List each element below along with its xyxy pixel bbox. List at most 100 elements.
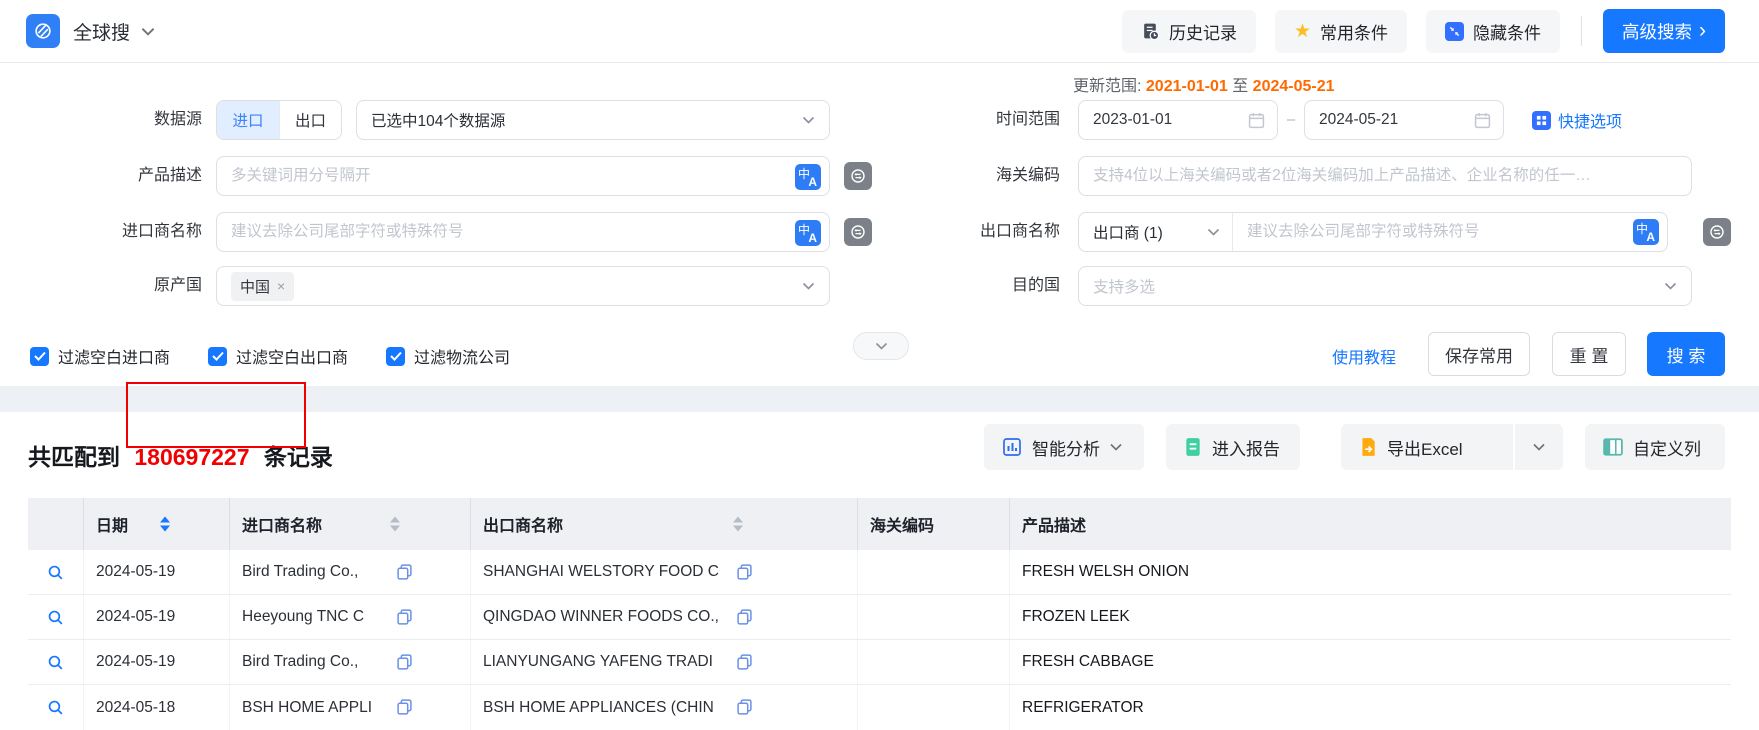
cell-exporter: SHANGHAI WELSTORY FOOD C [471, 550, 858, 594]
origin-country-select[interactable]: 中国 × [216, 266, 830, 306]
history-icon [1141, 22, 1160, 41]
row-search-icon[interactable] [47, 609, 64, 626]
sort-control-exporter[interactable] [733, 517, 743, 532]
chevron-down-icon [141, 27, 155, 36]
update-range-from: 2021-01-01 [1146, 78, 1228, 95]
quick-options-link[interactable]: 快捷选项 [1532, 108, 1622, 132]
customize-columns-label: 自定义列 [1633, 435, 1701, 460]
topbar: 全球搜 历史记录 ★ 常用条件 隐藏条件 高级搜索 › [0, 0, 1759, 63]
favorites-button[interactable]: ★ 常用条件 [1275, 10, 1407, 53]
header-date: 日期 [84, 498, 230, 550]
cell-date: 2024-05-19 [84, 640, 230, 684]
smart-analysis-button[interactable]: 智能分析 [984, 424, 1144, 470]
app-switcher[interactable]: 全球搜 [26, 14, 155, 48]
search-button[interactable]: 搜 索 [1647, 332, 1725, 376]
copy-icon[interactable] [737, 564, 752, 580]
sort-control-importer[interactable] [390, 517, 400, 532]
history-label: 历史记录 [1169, 19, 1237, 44]
data-source-select[interactable]: 已选中104个数据源 [356, 100, 830, 140]
filter-logistics-checkbox[interactable]: 过滤物流公司 [386, 344, 510, 368]
reset-button[interactable]: 重 置 [1552, 332, 1626, 376]
translate-icon[interactable]: 中 A [795, 220, 821, 246]
expand-conditions-button[interactable] [853, 332, 909, 360]
exporter-name: BSH HOME APPLIANCES (CHIN [483, 699, 714, 717]
cell-date: 2024-05-18 [84, 685, 230, 730]
enter-report-button[interactable]: 进入报告 [1166, 424, 1300, 470]
translate-icon[interactable]: 中 A [795, 164, 821, 190]
cell-importer: Bird Trading Co., [230, 550, 471, 594]
export-excel-group: 导出Excel [1341, 424, 1563, 470]
hide-conditions-button[interactable]: 隐藏条件 [1426, 10, 1560, 53]
copy-icon[interactable] [737, 609, 752, 625]
copy-icon[interactable] [397, 699, 412, 715]
chevron-down-icon [1533, 443, 1545, 451]
record-count-suffix: 条记录 [264, 444, 333, 470]
destination-label: 目的国 [880, 266, 1060, 306]
exporter-input[interactable] [1233, 213, 1667, 251]
row-detail-cell [28, 640, 84, 684]
destination-select[interactable]: 支持多选 [1078, 266, 1692, 306]
export-excel-button[interactable]: 导出Excel [1341, 424, 1513, 470]
table-body: 2024-05-19 Bird Trading Co., SHANGHAI WE… [28, 550, 1731, 730]
importer-input[interactable] [217, 213, 829, 251]
filter-blank-importer-checkbox[interactable]: 过滤空白进口商 [30, 344, 170, 368]
tutorial-link[interactable]: 使用教程 [1332, 344, 1396, 368]
cell-date: 2024-05-19 [84, 595, 230, 639]
trade-search-page: 全球搜 历史记录 ★ 常用条件 隐藏条件 高级搜索 › [0, 0, 1759, 730]
cell-hs-code [858, 550, 1010, 594]
history-button[interactable]: 历史记录 [1122, 10, 1256, 53]
copy-icon[interactable] [737, 654, 752, 670]
copy-icon[interactable] [397, 609, 412, 625]
export-options-button[interactable] [1515, 424, 1563, 470]
copy-icon[interactable] [397, 564, 412, 580]
customize-columns-button[interactable]: 自定义列 [1585, 424, 1725, 470]
row-search-icon[interactable] [47, 699, 64, 716]
hs-code-input[interactable] [1079, 157, 1691, 195]
update-range-to-word: 至 [1232, 78, 1248, 95]
cell-hs-code [858, 595, 1010, 639]
product-desc-input[interactable] [217, 157, 829, 195]
sort-control-date[interactable] [160, 517, 170, 532]
export-excel-label: 导出Excel [1387, 435, 1463, 460]
tag-close-icon[interactable]: × [277, 278, 285, 294]
star-icon: ★ [1294, 22, 1311, 41]
exporter-type-select[interactable]: 出口商 (1) [1079, 213, 1233, 251]
quick-options-icon [1532, 111, 1551, 130]
filter-blank-exporter-checkbox[interactable]: 过滤空白出口商 [208, 344, 348, 368]
checkbox-checked-icon [208, 347, 227, 366]
app-logo-icon [26, 14, 60, 48]
checkbox-label: 过滤空白出口商 [236, 344, 348, 368]
exporter-input-wrap: 中 A [1233, 213, 1667, 251]
cell-product: REFRIGERATOR [1010, 685, 1731, 730]
cell-exporter: LIANYUNGANG YAFENG TRADI [471, 640, 858, 684]
translate-icon[interactable]: 中 A [1633, 219, 1659, 245]
record-count-number: 180697227 [134, 444, 249, 470]
save-conditions-button[interactable]: 保存常用 [1428, 332, 1530, 376]
cell-importer: Heeyoung TNC C [230, 595, 471, 639]
divider [1581, 16, 1582, 46]
toggle-export[interactable]: 出口 [279, 101, 341, 139]
exclude-filter-icon[interactable] [1703, 218, 1731, 246]
importer-name: Bird Trading Co., [242, 563, 358, 581]
cell-product: FROZEN LEEK [1010, 595, 1731, 639]
advanced-search-button[interactable]: 高级搜索 › [1603, 9, 1725, 53]
exclude-filter-icon[interactable] [844, 218, 872, 246]
record-count: 共匹配到 180697227 条记录 [28, 438, 333, 472]
exporter-name: SHANGHAI WELSTORY FOOD C [483, 563, 719, 581]
header-importer: 进口商名称 [230, 498, 471, 550]
copy-icon[interactable] [737, 699, 752, 715]
header-exporter: 出口商名称 [471, 498, 858, 550]
table-row: 2024-05-18 BSH HOME APPLI BSH HOME APPLI… [28, 685, 1731, 730]
cell-hs-code [858, 685, 1010, 730]
toggle-import[interactable]: 进口 [217, 101, 279, 139]
checkbox-label: 过滤空白进口商 [58, 344, 170, 368]
hs-code-field [1078, 156, 1692, 196]
exclude-filter-icon[interactable] [844, 162, 872, 190]
copy-icon[interactable] [397, 654, 412, 670]
quick-options-label: 快捷选项 [1558, 108, 1622, 132]
row-search-icon[interactable] [47, 654, 64, 671]
row-search-icon[interactable] [47, 564, 64, 581]
cell-importer: BSH HOME APPLI [230, 685, 471, 730]
calendar-icon[interactable] [1248, 112, 1265, 129]
calendar-icon[interactable] [1474, 112, 1491, 129]
